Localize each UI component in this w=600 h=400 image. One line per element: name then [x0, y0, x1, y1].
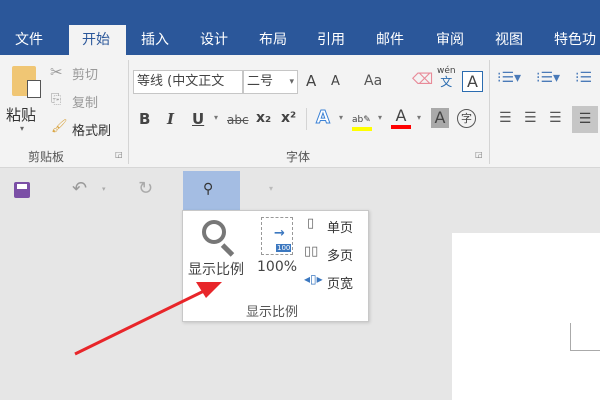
annotation-arrow: [74, 282, 222, 356]
